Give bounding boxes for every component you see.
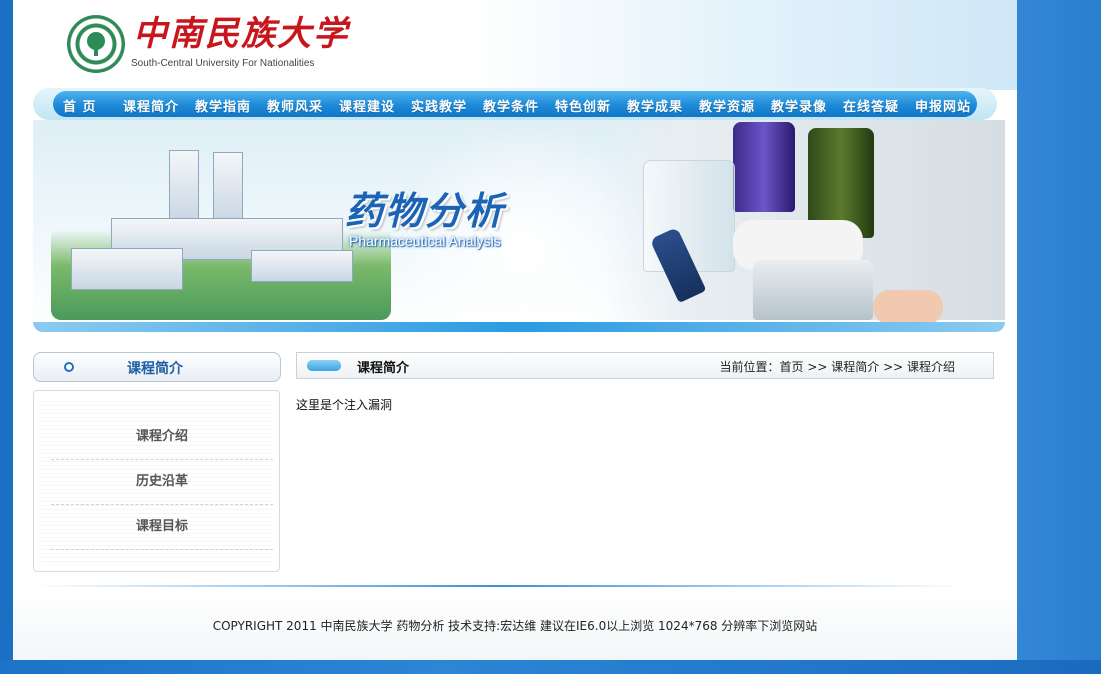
university-name-en: South-Central University For Nationaliti…: [131, 58, 315, 69]
banner-title-cn: 药物分析: [345, 189, 506, 233]
purple-bottle: [733, 122, 795, 212]
sidebar-menu: 课程介绍 历史沿革 课程目标: [33, 390, 280, 572]
content-body-text: 这里是个注入漏洞: [296, 398, 393, 412]
banner-bottom-stripe: [33, 322, 1005, 332]
circle-bullet-icon: [64, 362, 74, 372]
instrument-screen: [753, 260, 873, 320]
sidebar-item-course-intro[interactable]: 课程介绍: [51, 415, 273, 460]
sidebar-item-history[interactable]: 历史沿革: [51, 460, 273, 505]
sidebar-item-objectives[interactable]: 课程目标: [51, 505, 273, 550]
tree-trunk-icon: [94, 47, 98, 56]
page-container: 中南民族大学 South-Central University For Nati…: [13, 0, 1017, 660]
section-title: 课程简介: [357, 361, 410, 376]
sidebar-menu-inner: 课程介绍 历史沿革 课程目标: [41, 398, 273, 564]
section-pill-icon: [307, 360, 341, 371]
campus-building: [251, 250, 353, 282]
campus-illustration: [51, 140, 391, 320]
banner-title-en: Pharmaceutical Analysis: [349, 233, 501, 249]
nav-item-practice[interactable]: 实践教学: [411, 96, 467, 115]
nav-item-videos[interactable]: 教学录像: [771, 96, 827, 115]
main-nav: 首 页 课程简介 教学指南 教师风采 课程建设 实践教学 教学条件 特色创新 教…: [53, 91, 977, 117]
nav-item-course-building[interactable]: 课程建设: [339, 96, 395, 115]
footer-divider: [33, 585, 963, 587]
nav-item-home[interactable]: 首 页: [63, 96, 97, 115]
nav-item-application[interactable]: 申报网站: [915, 96, 971, 115]
content-header-bar: 课程简介 当前位置：首页 >> 课程简介 >> 课程介绍: [296, 352, 994, 379]
nav-item-resources[interactable]: 教学资源: [699, 96, 755, 115]
university-name-cn[interactable]: 中南民族大学: [133, 14, 349, 54]
university-emblem-logo[interactable]: [67, 15, 125, 73]
nav-item-achievements[interactable]: 教学成果: [627, 96, 683, 115]
footer-copyright: COPYRIGHT 2011 中南民族大学 药物分析 技术支持:宏达维 建议在I…: [212, 619, 818, 633]
campus-building: [71, 248, 183, 290]
main-nav-wrapper: 首 页 课程简介 教学指南 教师风采 课程建设 实践教学 教学条件 特色创新 教…: [33, 88, 997, 120]
bottom-strip: [0, 660, 1101, 674]
nav-item-teaching-guide[interactable]: 教学指南: [195, 96, 251, 115]
campus-building: [213, 152, 243, 222]
nav-item-teachers[interactable]: 教师风采: [267, 96, 323, 115]
breadcrumb[interactable]: 当前位置：首页 >> 课程简介 >> 课程介绍: [720, 358, 955, 375]
nav-item-course-intro[interactable]: 课程简介: [123, 96, 179, 115]
campus-building: [169, 150, 199, 222]
nav-item-online-qa[interactable]: 在线答疑: [843, 96, 899, 115]
course-banner: 药物分析 Pharmaceutical Analysis: [33, 120, 1005, 332]
sidebar-heading-text: 课程简介: [127, 361, 183, 377]
sidebar-heading: 课程简介: [33, 352, 281, 382]
nav-item-innovation[interactable]: 特色创新: [555, 96, 611, 115]
lab-hand: [873, 290, 943, 324]
nav-item-conditions[interactable]: 教学条件: [483, 96, 539, 115]
lab-illustration: [603, 120, 1005, 324]
